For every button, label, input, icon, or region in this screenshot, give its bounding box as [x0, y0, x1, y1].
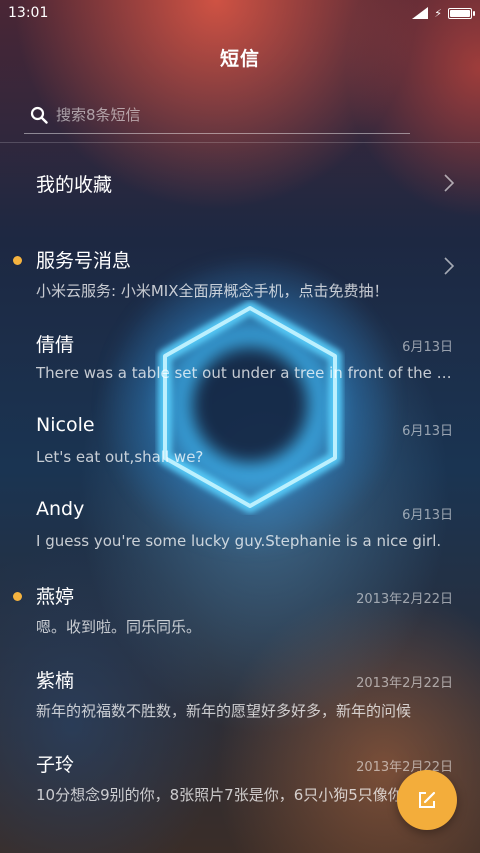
conversation-name: 燕婷: [36, 586, 75, 608]
conversation-date: 2013年2月22日: [356, 676, 453, 691]
battery-level: [450, 9, 470, 17]
favorites-label: 我的收藏: [36, 173, 113, 196]
chevron-right-icon: [444, 257, 454, 275]
conversation-preview: I guess you're some lucky guy.Stephanie …: [36, 532, 442, 550]
search-bar[interactable]: [24, 96, 410, 134]
status-bar: 13:01 ⚡: [0, 0, 480, 26]
conversation-name: 倩倩: [36, 334, 75, 356]
conversation-item[interactable]: 倩倩 6月13日 There was a table set out under…: [0, 316, 480, 400]
search-icon: [30, 106, 48, 124]
unread-dot: [13, 592, 22, 601]
conversation-date: 6月13日: [402, 424, 453, 439]
conversation-item[interactable]: Nicole 6月13日 Let's eat out,shall we?: [0, 400, 480, 484]
conversation-name: Nicole: [36, 414, 95, 436]
conversation-item[interactable]: Andy 6月13日 I guess you're some lucky guy…: [0, 484, 480, 568]
conversation-name: 服务号消息: [36, 250, 132, 272]
conversation-preview: 10分想念9别的你，8张照片7张是你，6只小狗5只像你: [36, 786, 403, 804]
conversation-item[interactable]: 燕婷 2013年2月22日 嗯。收到啦。同乐同乐。: [0, 568, 480, 652]
conversation-name: 紫楠: [36, 670, 75, 692]
status-time: 13:01: [8, 5, 49, 21]
charging-icon: ⚡: [434, 6, 442, 20]
favorites-row[interactable]: 我的收藏: [0, 150, 480, 216]
status-icons: ⚡: [412, 6, 475, 20]
conversation-preview: There was a table set out under a tree i…: [36, 364, 456, 382]
conversation-item[interactable]: 紫楠 2013年2月22日 新年的祝福数不胜数，新年的愿望好多好多，新年的问候: [0, 652, 480, 736]
conversation-name: Andy: [36, 498, 85, 520]
conversation-preview: 嗯。收到啦。同乐同乐。: [36, 618, 202, 636]
conversation-date: 6月13日: [402, 340, 453, 355]
signal-icon: [412, 7, 429, 19]
conversation-preview: Let's eat out,shall we?: [36, 448, 204, 466]
conversation-preview: 小米云服务: 小米MIX全面屏概念手机，点击免费抽！: [36, 282, 389, 300]
search-input[interactable]: [56, 105, 376, 124]
conversation-name: 子玲: [36, 754, 75, 776]
compose-button[interactable]: [397, 770, 457, 830]
unread-dot: [13, 256, 22, 265]
chevron-right-icon: [444, 174, 454, 192]
conversation-preview: 新年的祝福数不胜数，新年的愿望好多好多，新年的问候: [36, 702, 412, 720]
header-divider: [0, 142, 480, 143]
page-title: 短信: [219, 48, 260, 70]
conversation-date: 6月13日: [402, 508, 453, 523]
conversation-item[interactable]: 服务号消息 小米云服务: 小米MIX全面屏概念手机，点击免费抽！: [0, 232, 480, 316]
battery-icon: [448, 7, 475, 19]
compose-icon: [419, 791, 436, 808]
conversation-date: 2013年2月22日: [356, 592, 453, 607]
